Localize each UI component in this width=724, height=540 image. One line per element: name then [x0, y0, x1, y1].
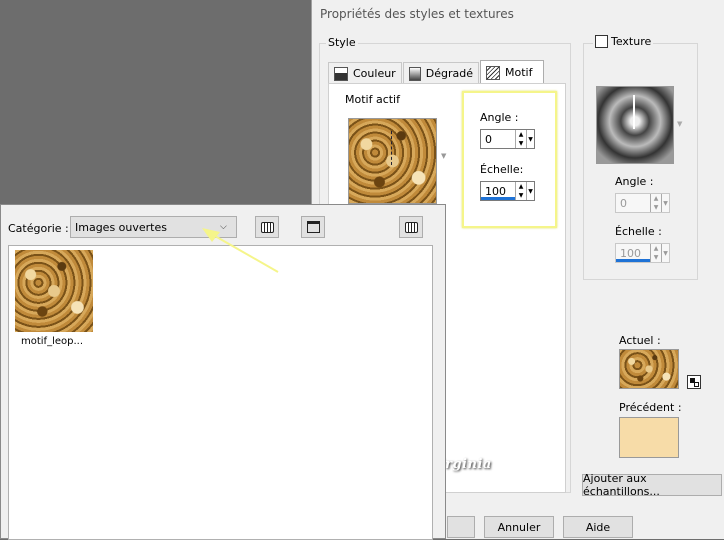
chevron-down-icon[interactable]: ▼ [526, 130, 534, 148]
echelle-spinner[interactable]: 100 ▲ ▼ ▼ [480, 181, 535, 201]
arrow-up-icon[interactable]: ▲ [516, 130, 526, 139]
angle-spinner[interactable]: 0 ▲ ▼ ▼ [480, 129, 535, 149]
arrow-up-icon[interactable]: ▲ [651, 244, 661, 253]
texture-echelle-label: Échelle : [615, 225, 662, 238]
rotation-handle-icon[interactable] [391, 131, 395, 165]
chevron-down-icon[interactable]: ▼ [661, 244, 669, 262]
window-icon [306, 221, 320, 233]
gradient-icon [409, 66, 421, 81]
chevron-down-icon[interactable]: ▼ [661, 194, 669, 212]
texture-checkbox-row[interactable]: Texture [593, 35, 654, 48]
texture-echelle-stepper[interactable]: ▲ ▼ [650, 244, 661, 262]
tab-couleur-label: Couleur [353, 67, 396, 80]
pattern-icon [486, 65, 500, 80]
tab-motif-label: Motif [505, 66, 533, 79]
texture-checkbox[interactable] [595, 35, 608, 48]
tab-degrade[interactable]: Dégradé [403, 62, 479, 84]
dialog-title: Propriétés des styles et textures [320, 7, 514, 21]
arrow-down-icon[interactable]: ▼ [651, 203, 661, 212]
add-swatches-button[interactable]: Ajouter aux échantillons... [582, 472, 722, 498]
pattern-thumbnail[interactable]: motif_leop... [13, 250, 93, 350]
help-button[interactable]: Aide [563, 516, 633, 538]
texture-preview[interactable] [596, 86, 674, 164]
pattern-thumbnail-image[interactable] [15, 250, 93, 332]
chevron-down-icon[interactable]: ▼ [526, 182, 534, 200]
arrow-down-icon[interactable]: ▼ [516, 191, 526, 200]
actuel-swatch[interactable] [619, 349, 679, 389]
style-group-title: Style [326, 36, 358, 49]
angle-stepper[interactable]: ▲ ▼ [515, 130, 526, 148]
texture-echelle-value[interactable]: 100 [616, 244, 650, 262]
ok-button[interactable] [447, 516, 475, 538]
angle-value[interactable]: 0 [481, 130, 515, 148]
tab-couleur[interactable]: Couleur [328, 62, 402, 84]
rotation-handle-icon[interactable] [633, 95, 635, 129]
texture-angle-stepper[interactable]: ▲ ▼ [650, 194, 661, 212]
texture-angle-value[interactable]: 0 [616, 194, 650, 212]
texture-label: Texture [611, 35, 652, 48]
view-grid-button[interactable] [399, 216, 423, 238]
actuel-label: Actuel : [619, 334, 661, 347]
category-label: Catégorie : [8, 222, 69, 235]
annotation-arrow [202, 228, 279, 273]
tab-motif[interactable]: Motif [480, 60, 544, 84]
motif-actif-label: Motif actif [345, 93, 400, 106]
texture-echelle-spinner[interactable]: 100 ▲ ▼ ▼ [615, 243, 670, 263]
arrow-up-icon[interactable]: ▲ [651, 194, 661, 203]
texture-angle-label: Angle : [615, 175, 654, 188]
swap-icon[interactable] [687, 375, 701, 389]
pattern-thumbnail-label: motif_leop... [21, 336, 84, 347]
chevron-down-icon[interactable]: ▼ [677, 120, 682, 128]
precedent-label: Précédent : [619, 401, 682, 414]
angle-label: Angle : [480, 111, 519, 124]
tab-degrade-label: Dégradé [425, 67, 473, 80]
pattern-list: motif_leop... [8, 245, 433, 540]
echelle-stepper[interactable]: ▲ ▼ [515, 182, 526, 200]
arrow-down-icon[interactable]: ▼ [651, 253, 661, 262]
motif-preview[interactable] [348, 118, 437, 204]
texture-angle-spinner[interactable]: 0 ▲ ▼ ▼ [615, 193, 670, 213]
view-thumbnail-button[interactable] [301, 216, 325, 238]
precedent-swatch[interactable] [619, 417, 679, 458]
cancel-button[interactable]: Annuler [484, 516, 554, 538]
arrow-up-icon[interactable]: ▲ [516, 182, 526, 191]
color-swatch-icon [334, 66, 348, 81]
echelle-value[interactable]: 100 [481, 182, 515, 200]
chevron-down-icon[interactable]: ▼ [441, 152, 446, 160]
arrow-down-icon[interactable]: ▼ [516, 139, 526, 148]
echelle-label: Échelle: [480, 163, 524, 176]
grid-icon [404, 221, 418, 233]
